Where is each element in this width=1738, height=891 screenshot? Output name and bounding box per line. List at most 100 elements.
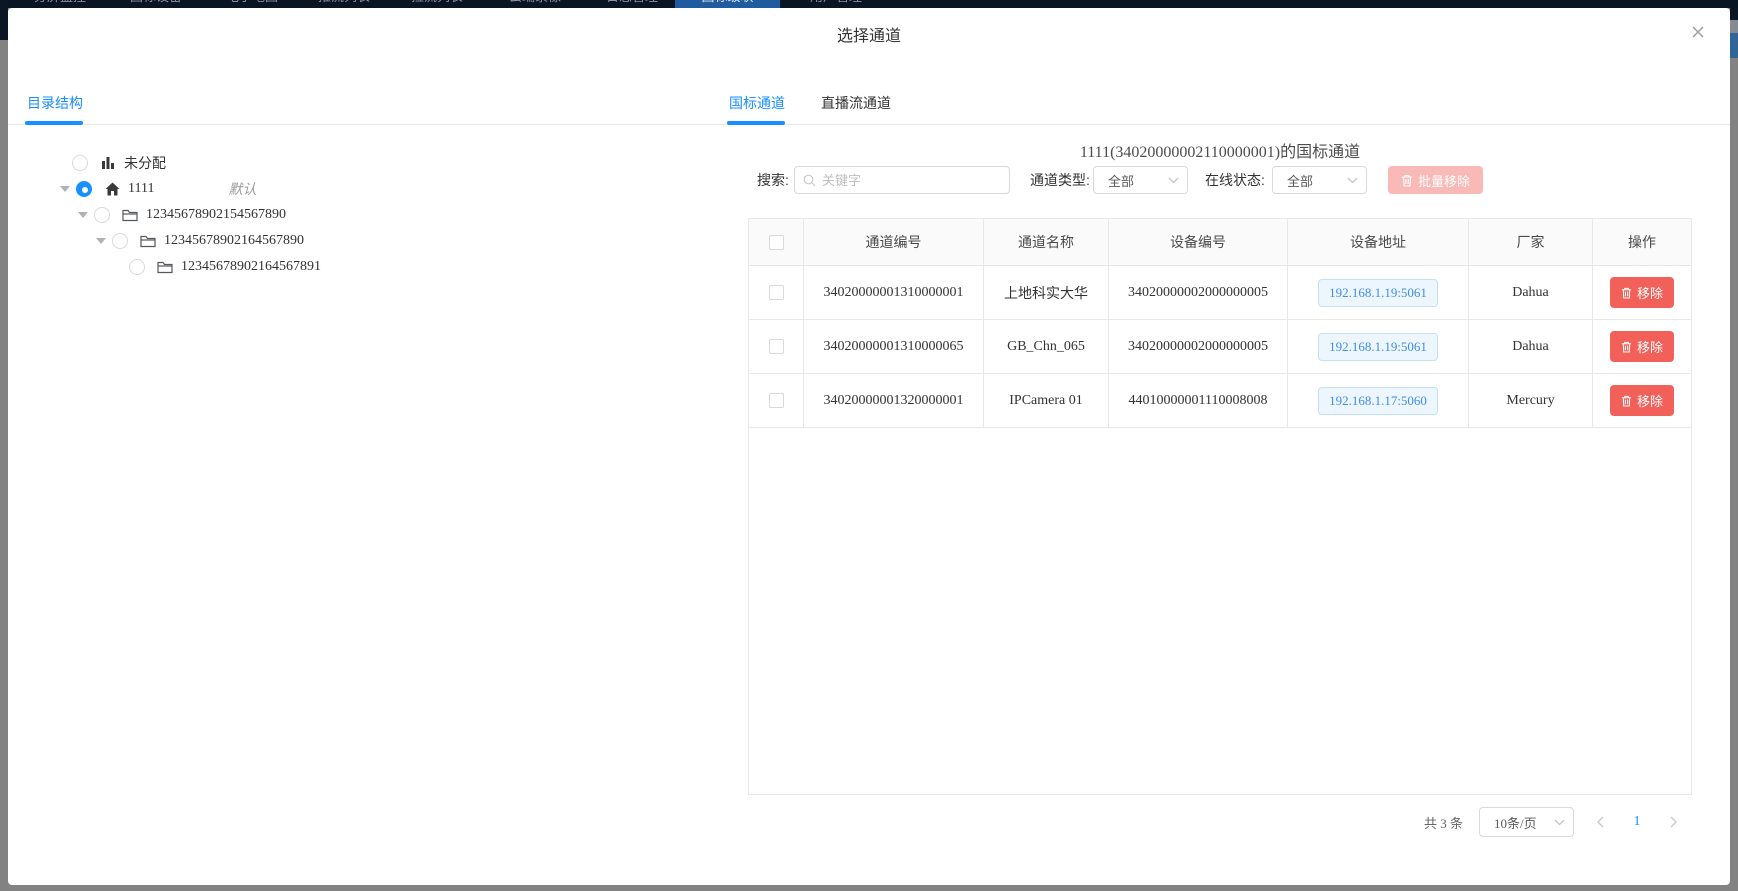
column-header: 通道编号 (804, 219, 984, 265)
table-header-row: 通道编号 通道名称 设备编号 设备地址 厂家 操作 (749, 219, 1691, 266)
table-row: 34020000001320000001 IPCamera 01 4401000… (749, 374, 1691, 428)
trash-icon (1401, 174, 1413, 187)
selected-value: 全部 (1108, 171, 1168, 190)
channel-type-label: 通道类型: (1030, 166, 1090, 194)
tree-item-label: 1111 (128, 181, 154, 197)
remove-button[interactable]: 移除 (1610, 277, 1674, 308)
nav-item[interactable]: 推流列表 (308, 0, 380, 8)
nav-item[interactable]: 用户管理 (800, 0, 872, 8)
chevron-down-icon (1168, 177, 1179, 184)
table-row: 34020000001310000001 上地科实大华 340200000020… (749, 266, 1691, 320)
channel-type-select[interactable]: 全部 (1093, 166, 1188, 194)
search-input-wrapper (794, 166, 1010, 194)
page-number-current[interactable]: 1 (1626, 807, 1648, 837)
folder-icon (122, 207, 138, 223)
selected-value: 全部 (1287, 171, 1347, 190)
nav-item[interactable]: 国标设备 (120, 0, 192, 8)
tree-item-1111[interactable]: 1111 默认 (60, 176, 256, 202)
tab-inkbar (25, 121, 83, 125)
column-header: 设备地址 (1288, 219, 1469, 265)
radio-unchecked[interactable] (112, 233, 128, 249)
chevron-down-icon (1554, 819, 1565, 826)
page-size-select[interactable]: 10条/页 (1479, 807, 1574, 837)
batch-remove-label: 批量移除 (1418, 171, 1470, 190)
tab-gb-channels[interactable]: 国标通道 (729, 88, 785, 118)
tree-item-folder[interactable]: 12345678902164567891 (129, 254, 321, 280)
pagination: 共 3 条 10条/页 1 (748, 806, 1692, 838)
page-edge-fragment (1730, 33, 1738, 58)
channel-list-title: 1111(34020000002110000001)的国标通道 (748, 138, 1692, 162)
tab-inkbar (727, 121, 785, 125)
nav-item[interactable]: 日志管理 (596, 0, 668, 8)
page-edge-fragment (1730, 20, 1738, 33)
column-header: 设备编号 (1109, 219, 1288, 265)
vendor-cell: Dahua (1469, 266, 1593, 319)
bars-icon (100, 155, 116, 171)
radio-checked[interactable] (76, 181, 92, 197)
remove-label: 移除 (1637, 391, 1663, 410)
nav-item[interactable]: 拉流列表 (401, 0, 473, 8)
row-checkbox[interactable] (769, 339, 784, 354)
device-address-tag: 192.168.1.19:5061 (1318, 279, 1438, 307)
radio-unchecked[interactable] (72, 155, 88, 171)
channel-name-cell: 上地科实大华 (984, 266, 1109, 319)
search-input[interactable] (822, 173, 1001, 188)
tree-item-folder[interactable]: 12345678902164567890 (96, 228, 304, 254)
channel-name-cell: IPCamera 01 (984, 374, 1109, 427)
remove-label: 移除 (1637, 283, 1663, 302)
nav-item[interactable]: 分屏监控 (24, 0, 96, 8)
radio-unchecked[interactable] (129, 259, 145, 275)
vendor-cell: Mercury (1469, 374, 1593, 427)
folder-icon (140, 233, 156, 249)
table-row: 34020000001310000065 GB_Chn_065 34020000… (749, 320, 1691, 374)
page-edge-fragment (1730, 8, 1738, 20)
device-id-cell: 34020000002000000005 (1109, 320, 1288, 373)
tree-item-label: 未分配 (124, 153, 166, 173)
gb-channel-table: 通道编号 通道名称 设备编号 设备地址 厂家 操作 34020000001310… (748, 218, 1692, 795)
online-status-select[interactable]: 全部 (1272, 166, 1367, 194)
remove-button[interactable]: 移除 (1610, 331, 1674, 362)
tree-item-folder[interactable]: 12345678902154567890 (78, 202, 286, 228)
caret-down-icon[interactable] (60, 176, 70, 202)
remove-button[interactable]: 移除 (1610, 385, 1674, 416)
table-empty-area (749, 428, 1691, 794)
tree-item-label: 12345678902164567891 (181, 259, 321, 275)
nav-item[interactable]: 电子地图 (216, 0, 288, 8)
prev-page-icon[interactable] (1590, 807, 1610, 837)
row-checkbox[interactable] (769, 285, 784, 300)
tree-item-unassigned[interactable]: 未分配 (72, 150, 166, 176)
column-header: 厂家 (1469, 219, 1593, 265)
folder-icon (157, 259, 173, 275)
search-icon (803, 174, 816, 187)
home-icon (104, 181, 120, 197)
batch-remove-button[interactable]: 批量移除 (1388, 166, 1483, 194)
column-header: 操作 (1593, 219, 1691, 265)
page-edge-fragment (0, 0, 8, 40)
device-id-cell: 44010000001110008008 (1109, 374, 1288, 427)
top-navigation: 分屏监控 国标设备 电子地图 推流列表 拉流列表 云端录像 日志管理 国标级联 … (0, 0, 1738, 8)
nav-item[interactable]: 云端录像 (499, 0, 571, 8)
tree-item-label: 12345678902154567890 (146, 207, 286, 223)
row-checkbox[interactable] (769, 393, 784, 408)
caret-down-icon[interactable] (78, 202, 88, 228)
channel-id-cell: 34020000001310000001 (804, 266, 984, 319)
close-icon[interactable] (1688, 22, 1708, 42)
select-all-checkbox[interactable] (769, 235, 784, 250)
caret-down-icon[interactable] (96, 228, 106, 254)
device-address-tag: 192.168.1.17:5060 (1318, 387, 1438, 415)
online-status-label: 在线状态: (1205, 166, 1265, 194)
select-channel-dialog: 选择通道 目录结构 国标通道 直播流通道 未分配 1111 默认 1234567… (8, 8, 1730, 885)
trash-icon (1621, 341, 1632, 353)
channel-id-cell: 34020000001310000065 (804, 320, 984, 373)
tab-live-stream-channels[interactable]: 直播流通道 (821, 88, 891, 118)
chevron-down-icon (1347, 177, 1358, 184)
tab-directory-structure[interactable]: 目录结构 (27, 88, 83, 118)
device-address-tag: 192.168.1.19:5061 (1318, 333, 1438, 361)
next-page-icon[interactable] (1664, 807, 1684, 837)
remove-label: 移除 (1637, 337, 1663, 356)
radio-unchecked[interactable] (94, 207, 110, 223)
channel-id-cell: 34020000001320000001 (804, 374, 984, 427)
column-header: 通道名称 (984, 219, 1109, 265)
channel-name-cell: GB_Chn_065 (984, 320, 1109, 373)
nav-item-active[interactable]: 国标级联 (675, 0, 780, 8)
